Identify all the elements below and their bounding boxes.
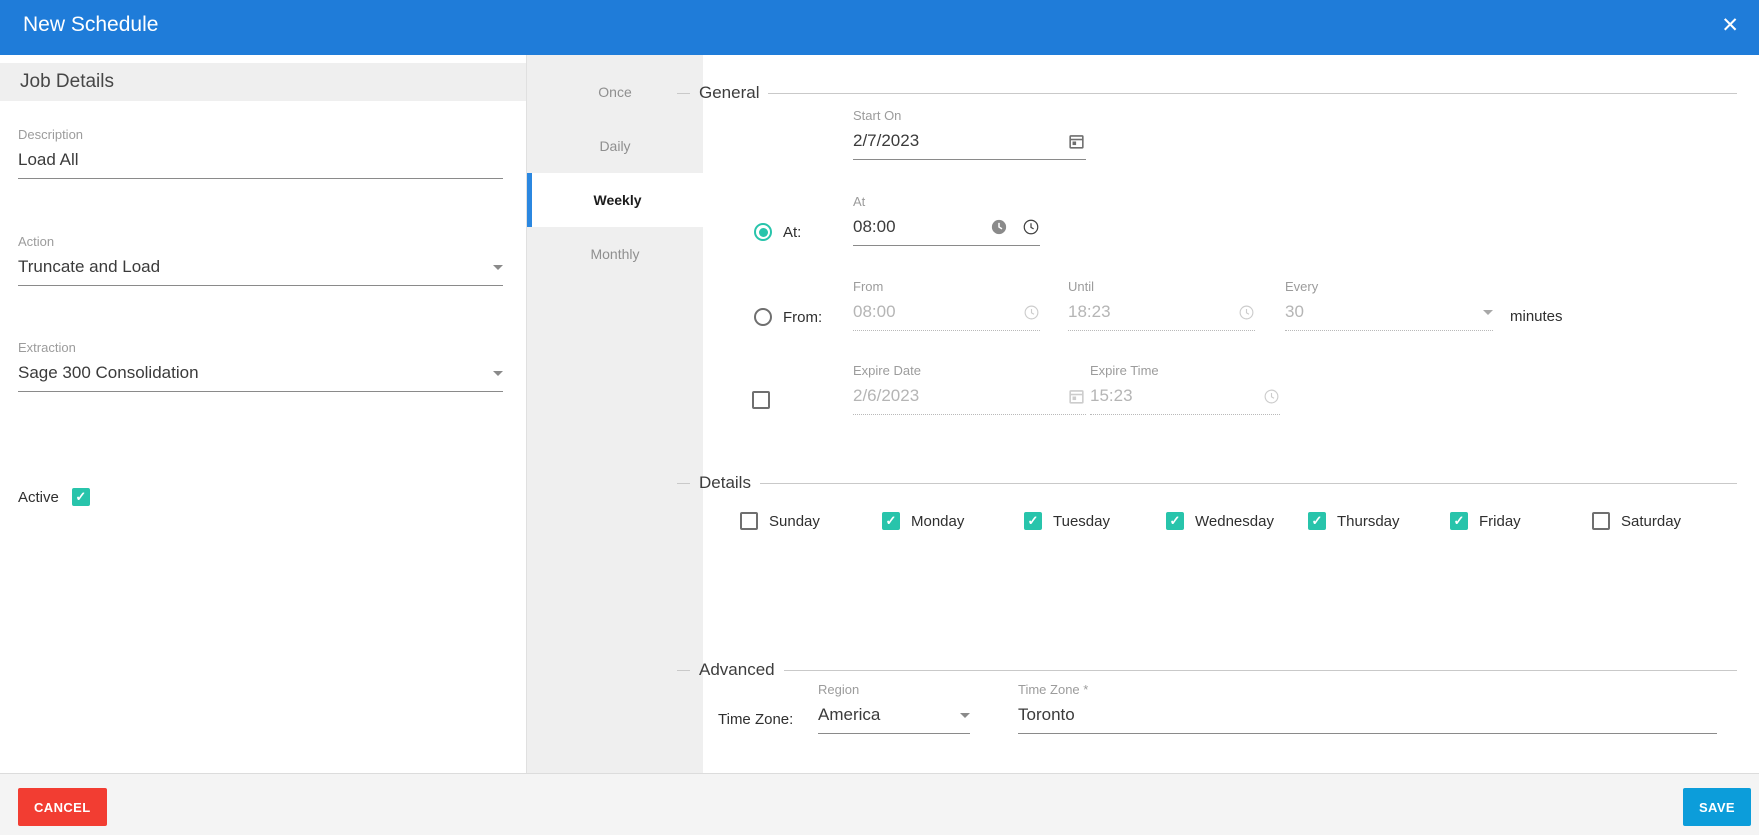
job-details-header: Job Details [0,63,526,101]
region-label: Region [818,682,970,698]
sunday-label: Sunday [769,513,820,530]
tab-daily[interactable]: Daily [527,119,703,173]
dialog-footer: CANCEL SAVE [0,773,1759,835]
new-schedule-dialog: New Schedule ✕ Job Details Description L… [0,0,1759,835]
at-time-value: 08:00 [853,217,896,237]
chevron-down-icon[interactable] [493,265,503,270]
chevron-down-icon[interactable] [493,371,503,376]
expire-time-value: 15:23 [1090,386,1133,406]
clock-outline-icon [1023,304,1040,321]
at-option-label: At: [783,224,801,241]
chevron-down-icon[interactable] [1483,310,1493,315]
clock-outline-icon [1263,388,1280,405]
extraction-select[interactable]: Extraction Sage 300 Consolidation [18,340,503,392]
every-select[interactable]: Every 30 [1285,279,1493,331]
every-value: 30 [1285,302,1304,322]
saturday-checkbox[interactable] [1592,512,1610,530]
expire-row [752,391,770,414]
details-legend: Details [677,473,1737,493]
from-option-row: From: [754,308,822,326]
cancel-button[interactable]: CANCEL [18,788,107,826]
close-icon[interactable]: ✕ [1715,0,1745,55]
wednesday-label: Wednesday [1195,513,1274,530]
dialog-title: New Schedule [23,0,158,55]
save-button[interactable]: SAVE [1683,788,1751,826]
thursday-checkbox[interactable]: ✓ [1308,512,1326,530]
day-item-tuesday: ✓ Tuesday [1024,512,1110,530]
calendar-icon [1067,387,1086,406]
day-item-friday: ✓ Friday [1450,512,1521,530]
day-item-thursday: ✓ Thursday [1308,512,1400,530]
details-legend-text: Details [690,473,760,493]
general-legend-text: General [690,83,768,103]
clock-outline-icon [1238,304,1255,321]
from-time-field[interactable]: From 08:00 [853,279,1040,331]
advanced-legend-text: Advanced [690,660,784,680]
description-value: Load All [18,150,79,170]
region-value: America [818,705,880,725]
dialog-header: New Schedule ✕ [0,0,1759,55]
start-on-value: 2/7/2023 [853,131,919,151]
minutes-suffix: minutes [1510,308,1563,325]
from-radio[interactable] [754,308,772,326]
at-option-row: At: [754,223,801,241]
time-zone-field[interactable]: Time Zone * Toronto [1018,682,1717,734]
calendar-icon[interactable] [1067,132,1086,151]
at-time-label: At [853,194,1040,210]
job-details-title: Job Details [20,63,114,101]
expire-checkbox[interactable] [752,391,770,409]
action-label: Action [18,234,503,250]
extraction-value: Sage 300 Consolidation [18,363,199,383]
action-select[interactable]: Action Truncate and Load [18,234,503,286]
description-label: Description [18,127,503,143]
day-item-sunday: Sunday [740,512,820,530]
clock-filled-icon[interactable] [990,218,1008,236]
region-select[interactable]: Region America [818,682,970,734]
time-zone-label: Time Zone * [1018,682,1717,698]
monday-label: Monday [911,513,964,530]
extraction-label: Extraction [18,340,503,356]
at-radio[interactable] [754,223,772,241]
expire-date-value: 2/6/2023 [853,386,919,406]
general-legend: General [677,83,1737,103]
expire-date-field[interactable]: Expire Date 2/6/2023 [853,363,1086,415]
tuesday-label: Tuesday [1053,513,1110,530]
day-item-monday: ✓ Monday [882,512,964,530]
until-time-label: Until [1068,279,1255,295]
start-on-field[interactable]: Start On 2/7/2023 [853,108,1086,160]
from-option-label: From: [783,309,822,326]
expire-date-label: Expire Date [853,363,1086,379]
day-item-saturday: Saturday [1592,512,1681,530]
from-time-value: 08:00 [853,302,896,322]
tuesday-checkbox[interactable]: ✓ [1024,512,1042,530]
start-on-label: Start On [853,108,1086,124]
day-item-wednesday: ✓ Wednesday [1166,512,1274,530]
action-value: Truncate and Load [18,257,160,277]
expire-time-label: Expire Time [1090,363,1280,379]
clock-outline-icon[interactable] [1022,218,1040,236]
sunday-checkbox[interactable] [740,512,758,530]
at-time-field[interactable]: At 08:00 [853,194,1040,246]
monday-checkbox[interactable]: ✓ [882,512,900,530]
active-label: Active [18,489,59,506]
description-field[interactable]: Description Load All [18,127,503,179]
advanced-legend: Advanced [677,660,1737,680]
time-zone-value: Toronto [1018,705,1075,725]
thursday-label: Thursday [1337,513,1400,530]
from-time-label: From [853,279,1040,295]
active-row: Active ✓ [18,488,90,506]
saturday-label: Saturday [1621,513,1681,530]
tab-weekly[interactable]: Weekly [527,173,703,227]
expire-time-field[interactable]: Expire Time 15:23 [1090,363,1280,415]
until-time-value: 18:23 [1068,302,1111,322]
wednesday-checkbox[interactable]: ✓ [1166,512,1184,530]
friday-label: Friday [1479,513,1521,530]
tab-monthly[interactable]: Monthly [527,227,703,281]
every-label: Every [1285,279,1493,295]
until-time-field[interactable]: Until 18:23 [1068,279,1255,331]
time-zone-row-label: Time Zone: [718,711,793,728]
chevron-down-icon[interactable] [960,713,970,718]
friday-checkbox[interactable]: ✓ [1450,512,1468,530]
active-checkbox[interactable]: ✓ [72,488,90,506]
